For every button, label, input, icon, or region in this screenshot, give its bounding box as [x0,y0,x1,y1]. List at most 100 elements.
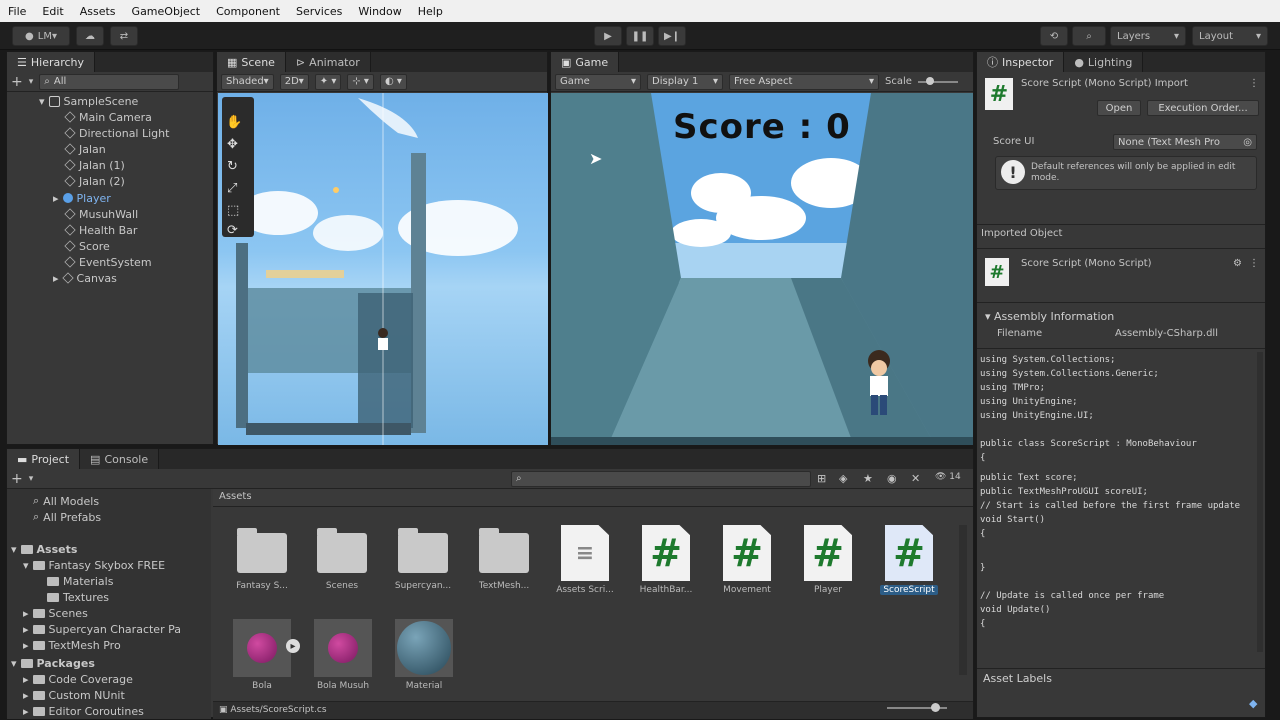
scene-root[interactable]: ▾ SampleScene [39,93,138,109]
menu-help[interactable]: Help [418,5,443,18]
layers-dropdown[interactable]: Layers ▾ [1110,26,1186,46]
snap-toggle[interactable]: ⊹ ▾ [347,73,374,90]
menu-assets[interactable]: Assets [80,5,116,18]
aspect-dropdown[interactable]: Free Aspect ▾ [729,73,879,90]
tree-item[interactable]: Materials [47,573,113,589]
asset-material[interactable]: Bola [227,619,297,691]
asset-material[interactable]: Material [389,619,459,691]
zoom-slider[interactable] [887,703,947,712]
tree-item[interactable]: ▸ Editor Coroutines [23,703,144,719]
tree-item[interactable]: ▸ Scenes [23,605,88,621]
display-dropdown[interactable]: Display 1 ▾ [647,73,723,90]
menu-component[interactable]: Component [216,5,280,18]
star-icon[interactable]: ★ [863,472,873,485]
tab-project[interactable]: ▬ Project [7,449,81,469]
hierarchy-item[interactable]: Jalan [64,141,106,157]
asset-script[interactable]: # Player [793,525,863,595]
asset-doc[interactable]: ≡ Assets Scri... [550,525,620,595]
collab-icon[interactable]: ⇄ [110,26,138,46]
hierarchy-item[interactable]: Score [64,238,110,254]
tag-icon[interactable]: ◆ [1249,697,1257,710]
filter-type-icon[interactable]: ⊞ [817,472,826,485]
rotate-tool-icon[interactable]: ↻ [227,159,238,174]
tab-console[interactable]: ▤ Console [80,449,160,469]
account-button[interactable]: ● LM ▾ [12,26,70,46]
assembly-info-header[interactable]: ▾ Assembly Information [985,310,1114,323]
kebab-menu-icon[interactable]: ⋮ [1249,258,1259,269]
asset-folder[interactable]: Supercyan... [388,528,458,591]
asset-script[interactable]: # HealthBar... [631,525,701,595]
hierarchy-item[interactable]: Health Bar [64,222,137,238]
menu-edit[interactable]: Edit [42,5,63,18]
scene-viewport[interactable]: ✋ ✥ ↻ ⤢ ⬚ ⟳ [218,93,548,445]
fx-toggle[interactable]: ◐ ▾ [379,73,407,90]
rect-tool-icon[interactable]: ⬚ [227,203,239,218]
scale-tool-icon[interactable]: ⤢ [227,181,237,196]
open-button[interactable]: Open [1097,100,1141,116]
move-tool-icon[interactable]: ✥ [227,137,238,152]
hierarchy-item[interactable]: MusuhWall [64,206,138,222]
game-viewport[interactable]: Score : 0 ➤ [551,93,973,445]
target-icon[interactable]: ◎ [1243,137,1252,148]
step-button[interactable]: ▶❙ [658,26,686,46]
menu-window[interactable]: Window [358,5,401,18]
layout-dropdown[interactable]: Layout ▾ [1192,26,1268,46]
menu-file[interactable]: File [8,5,26,18]
execution-order-button[interactable]: Execution Order... [1147,100,1259,116]
asset-script-selected[interactable]: # ScoreScript [874,525,944,595]
hierarchy-item-player[interactable]: ▸ Player [53,190,111,206]
eye-icon[interactable]: ◉ [887,472,897,485]
favorite-item[interactable]: ⌕ All Models [33,493,99,509]
add-icon[interactable]: + [11,74,23,90]
tree-item[interactable]: ▸ TextMesh Pro [23,637,121,653]
gizmo-toggle[interactable]: ✦ ▾ [314,73,342,90]
transform-tool-icon[interactable]: ⟳ [227,223,238,238]
hierarchy-item[interactable]: ▸ Canvas [53,270,117,286]
filter-label-icon[interactable]: ◈ [839,472,847,485]
score-ui-field[interactable]: None (Text Mesh Pro ◎ [1113,134,1257,150]
tab-inspector[interactable]: ⓘ Inspector [977,52,1065,72]
asset-folder[interactable]: TextMesh... [469,528,539,591]
scale-slider[interactable] [917,76,958,85]
play-button[interactable]: ▶ [594,26,622,46]
history-icon[interactable]: ⟲ [1040,26,1068,46]
hierarchy-item[interactable]: Directional Light [64,125,169,141]
settings-icon[interactable]: ⚙ [1233,258,1242,269]
tree-item-packages[interactable]: ▾ Packages [11,655,95,671]
menu-services[interactable]: Services [296,5,342,18]
tree-item[interactable]: ▸ Custom NUnit [23,687,125,703]
menu-gameobject[interactable]: GameObject [132,5,201,18]
hierarchy-item[interactable]: Jalan (1) [64,157,125,173]
tree-item[interactable]: ▸ Code Coverage [23,671,133,687]
breadcrumb[interactable]: Assets [213,489,973,507]
tab-lighting[interactable]: ● Lighting [1064,52,1144,72]
hand-tool-icon[interactable]: ✋ [226,115,242,130]
favorite-item[interactable]: ⌕ All Prefabs [33,509,101,525]
asset-scrollbar[interactable] [959,525,967,675]
asset-folder[interactable]: Scenes [307,528,377,591]
expand-arrow-icon[interactable]: ▸ [286,639,300,653]
cloud-icon[interactable]: ☁ [76,26,104,46]
add-icon[interactable]: + [11,471,23,487]
search-icon[interactable]: ⌕ [1072,26,1106,46]
hierarchy-item[interactable]: Jalan (2) [64,173,125,189]
kebab-menu-icon[interactable]: ⋮ [1249,78,1259,89]
asset-script[interactable]: # Movement [712,525,782,595]
project-search-input[interactable]: ⌕ [511,470,811,487]
hidden-packages-icon[interactable]: ✕ [911,472,920,485]
tab-game[interactable]: ▣ Game [551,52,620,72]
game-display-dropdown[interactable]: Game ▾ [555,73,641,90]
tree-item[interactable]: ▸ Supercyan Character Pa [23,621,181,637]
code-scrollbar[interactable] [1257,352,1263,652]
pause-button[interactable]: ❚❚ [626,26,654,46]
shading-dropdown[interactable]: Shaded ▾ [221,73,274,90]
hierarchy-search[interactable]: ⌕ All [39,73,180,90]
tree-item[interactable]: ▾ Fantasy Skybox FREE [23,557,165,573]
tree-item-assets[interactable]: ▾ Assets [11,541,77,557]
tab-animator[interactable]: ⊳ Animator [285,52,371,72]
tab-scene[interactable]: ▦ Scene [217,52,286,72]
hierarchy-item[interactable]: EventSystem [64,254,152,270]
mode-2d-toggle[interactable]: 2D ▾ [279,73,309,90]
asset-folder[interactable]: Fantasy S... [227,528,297,591]
hierarchy-item[interactable]: Main Camera [64,109,152,125]
